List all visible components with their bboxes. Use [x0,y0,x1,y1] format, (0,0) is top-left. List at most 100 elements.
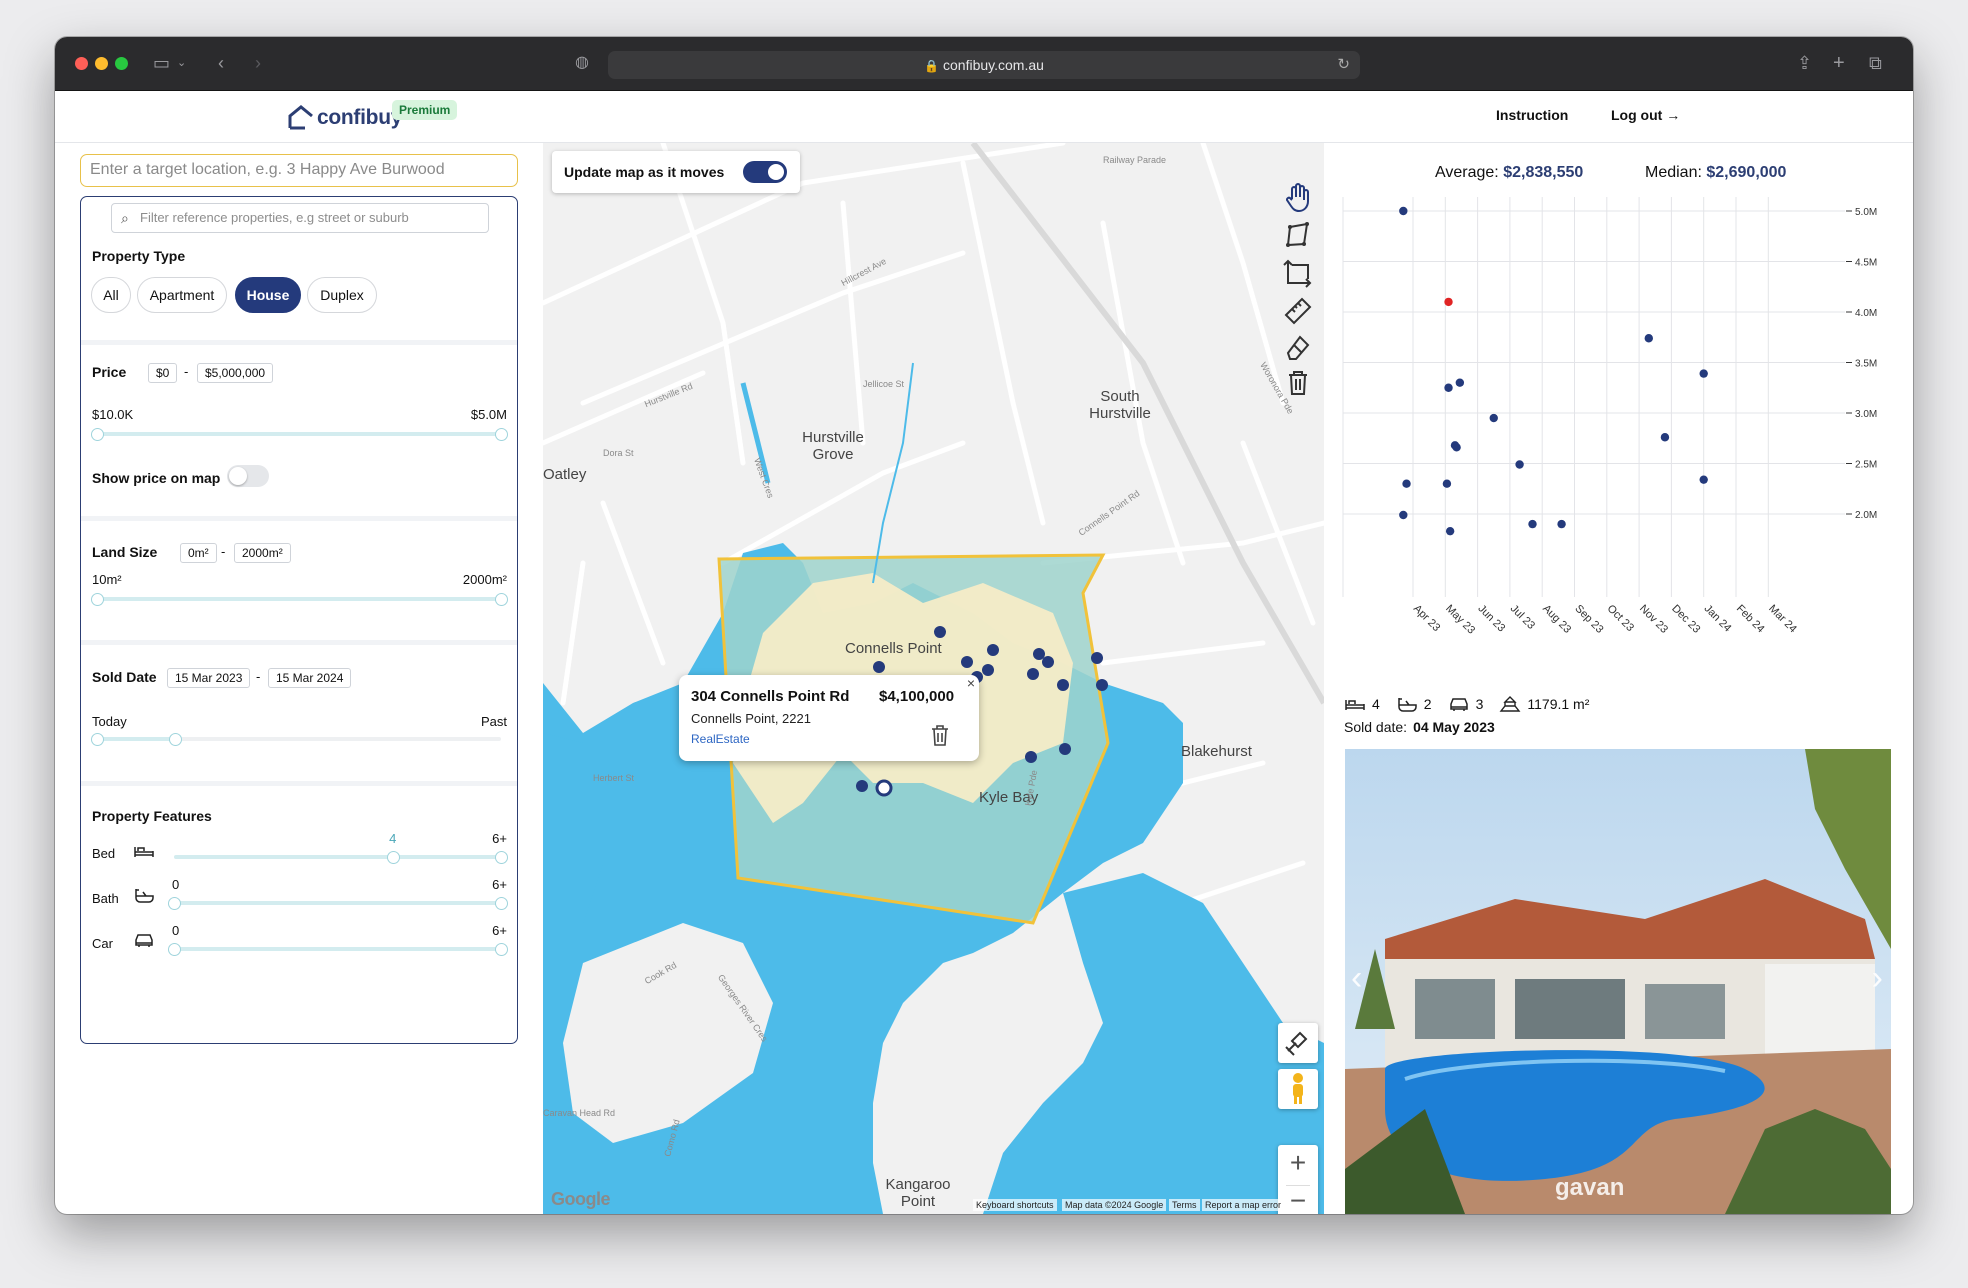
bath-slider-max-handle[interactable] [495,897,508,910]
filter-reference-input[interactable]: ⌕ Filter reference properties, e.g stree… [111,203,489,233]
land-slider-track[interactable] [97,597,501,601]
draw-polygon-icon[interactable] [1280,217,1316,253]
logout-link[interactable]: Log out → [1611,107,1680,123]
tabs-overview-icon[interactable]: ⧉ [1869,51,1882,75]
chart-point [1442,479,1452,488]
bed-max: 6+ [492,831,507,846]
bath-slider-track[interactable] [174,901,501,905]
eraser-icon[interactable] [1280,329,1316,365]
selected-map-marker[interactable] [875,779,893,797]
bed-slider-handle[interactable] [387,851,401,864]
chart-x-tick-label: May 23 [1443,603,1477,637]
map-marker[interactable] [873,661,885,673]
ruler-icon[interactable] [1280,293,1316,329]
bed-slider-track[interactable] [174,855,501,859]
sold-date-slider-end-handle[interactable] [169,733,182,746]
satellite-icon [1285,1031,1308,1056]
price-slider-max-handle[interactable] [495,428,508,441]
browser-window: ▭ ⌄ ‹ › ◍ 🔒 confibuy.com.au ↻ ⇪ + ⧉ confi… [55,37,1913,1214]
map-marker[interactable] [961,656,973,668]
report-map-error-link[interactable]: Report a map error [1202,1199,1285,1211]
close-window-button[interactable] [75,57,88,70]
land-min-input[interactable]: 0m² [180,543,217,563]
map-marker[interactable] [856,780,868,792]
target-location-input[interactable]: Enter a target location, e.g. 3 Happy Av… [80,154,518,187]
zoom-in-button[interactable]: + [1278,1147,1318,1179]
chart-point [1452,443,1461,452]
car-slider-min-handle[interactable] [168,943,181,956]
price-slider-min-handle[interactable] [91,428,104,441]
instruction-link[interactable]: Instruction [1496,107,1568,123]
popup-source-link[interactable]: RealEstate [691,732,750,746]
median-value: $2,690,000 [1706,164,1787,181]
privacy-icon[interactable]: ◍ [575,51,589,75]
map-marker[interactable] [982,664,994,676]
car-max: 6+ [492,923,507,938]
price-slider-track[interactable] [97,432,501,436]
reload-icon[interactable]: ↻ [1337,51,1350,79]
chip-duplex[interactable]: Duplex [307,277,377,313]
features-section: Property Features Bed 4 6+ Bath 0 6+ Car… [81,781,517,1043]
satellite-toggle-button[interactable] [1278,1023,1318,1063]
chart-point [1557,519,1566,529]
sold-date-section: Sold Date 15 Mar 2023 - 15 Mar 2024 Toda… [81,640,517,783]
chip-house[interactable]: House [235,277,301,313]
map-view[interactable]: Connells Point Kyle Bay Hurstville Grove… [543,143,1324,1214]
photo-prev-arrow-icon[interactable]: ‹ [1351,959,1362,998]
keyboard-shortcuts-link[interactable]: Keyboard shortcuts [973,1199,1057,1211]
hand-pan-icon[interactable] [1280,179,1316,215]
map-marker[interactable] [1033,648,1045,660]
map-marker[interactable] [934,626,946,638]
chevron-down-icon[interactable]: ⌄ [177,51,186,75]
forward-icon[interactable]: › [255,51,261,75]
price-max-input[interactable]: $5,000,000 [197,363,274,383]
terms-link[interactable]: Terms [1169,1199,1200,1211]
chart-point [1455,378,1465,387]
popup-close-button[interactable]: × [967,675,975,691]
photo-next-arrow-icon[interactable]: › [1872,959,1883,998]
map-marker[interactable] [1027,668,1039,680]
chip-apartment[interactable]: Apartment [137,277,227,313]
sold-date-to-input[interactable]: 15 Mar 2024 [268,668,352,688]
back-icon[interactable]: ‹ [218,51,224,75]
new-tab-icon[interactable]: + [1833,51,1845,75]
map-marker[interactable] [1057,679,1069,691]
google-logo: Google [551,1189,611,1209]
sold-date-from-input[interactable]: 15 Mar 2023 [167,668,251,688]
minimize-window-button[interactable] [95,57,108,70]
property-photo[interactable]: ‹ › gavan [1345,749,1891,1214]
land-slider-min-handle[interactable] [91,593,104,606]
trash-icon[interactable] [1280,365,1316,401]
map-marker[interactable] [1025,751,1037,763]
popup-delete-icon[interactable] [929,723,951,747]
cars-count: 3 [1475,696,1484,712]
brand-logo[interactable]: confibuy [287,101,402,135]
bed-icon [1345,700,1365,710]
chart-y-tick-label: 2.5M [1855,460,1877,471]
land-max-input[interactable]: 2000m² [234,543,291,563]
bath-slider-min-handle[interactable] [168,897,181,910]
car-slider-track[interactable] [174,947,501,951]
update-map-toggle[interactable] [743,161,787,183]
chart-point [1644,334,1653,343]
bed-slider-max-handle[interactable] [495,851,508,864]
map-marker[interactable] [1096,679,1108,691]
map-marker[interactable] [987,644,999,656]
map-marker[interactable] [1042,656,1054,668]
map-marker[interactable] [1059,743,1071,755]
land-slider-max-handle[interactable] [495,593,508,606]
street-view-button[interactable] [1278,1069,1318,1109]
sidebar-toggle-icon[interactable]: ▭ [153,51,170,75]
show-price-toggle[interactable] [227,465,269,487]
price-min-input[interactable]: $0 [148,363,178,383]
chart-y-tick-label: 5.0M [1855,207,1877,218]
share-icon[interactable]: ⇪ [1797,51,1812,75]
chip-all[interactable]: All [91,277,131,313]
address-bar[interactable]: 🔒 confibuy.com.au ↻ [608,51,1360,79]
map-marker[interactable] [1091,652,1103,664]
edit-shape-icon[interactable] [1280,255,1316,291]
chart-x-tick-label: Feb 24 [1734,603,1767,636]
fullscreen-window-button[interactable] [115,57,128,70]
car-slider-max-handle[interactable] [495,943,508,956]
sold-date-slider-start-handle[interactable] [91,733,104,746]
